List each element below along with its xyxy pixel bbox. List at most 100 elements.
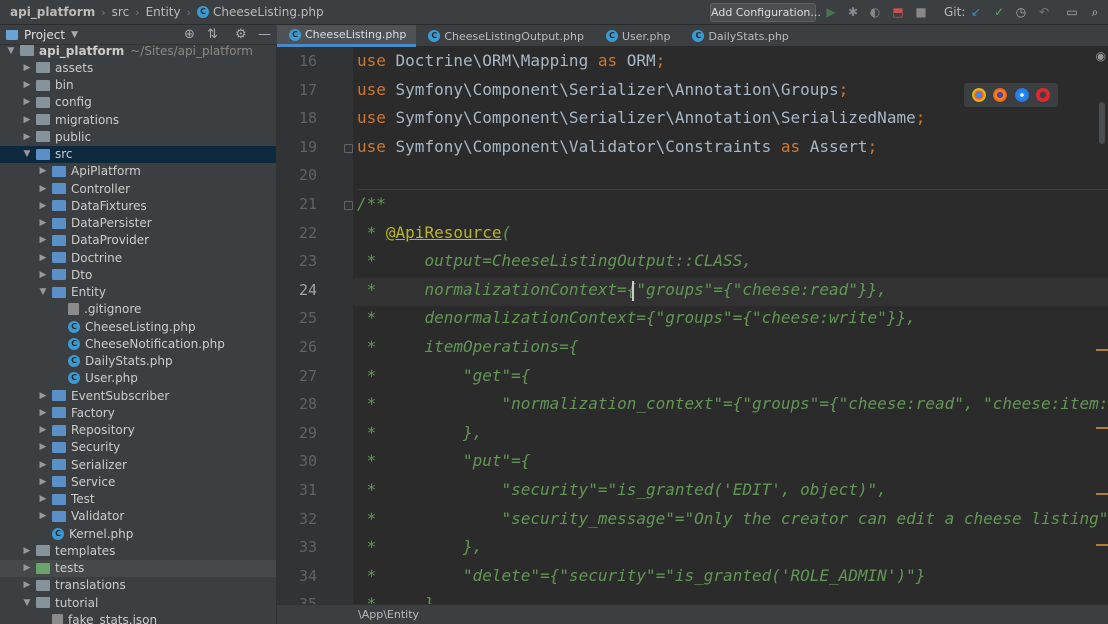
code-line[interactable]: use Symfony\Component\Serializer\Annotat… (357, 108, 925, 127)
tab-cheeselistingoutput[interactable]: C CheeseListingOutput.php (416, 25, 594, 47)
tab-cheeselisting[interactable]: C CheeseListing.php (277, 25, 417, 47)
minimize-icon[interactable]: — (258, 28, 271, 42)
tree-item[interactable]: ▶ assets (0, 59, 276, 76)
chevron-right-icon[interactable]: ▶ (38, 166, 48, 176)
chevron-right-icon[interactable]: ▶ (38, 494, 48, 504)
chevron-right-icon[interactable]: ▶ (38, 201, 48, 211)
chevron-right-icon[interactable]: ▶ (22, 580, 32, 590)
code-line[interactable]: use Symfony\Component\Serializer\Annotat… (357, 80, 848, 99)
code-line[interactable]: * "delete"={"security"="is_granted('ROLE… (357, 566, 926, 585)
editor-breadcrumb[interactable]: \App\Entity (277, 604, 1108, 624)
fold-toggle-icon[interactable] (344, 143, 353, 153)
tree-item[interactable]: ▶ Test (0, 491, 276, 508)
eye-icon[interactable]: ◉ (1096, 49, 1106, 63)
tree-item[interactable]: ▶ Controller (0, 180, 276, 197)
chevron-right-icon[interactable]: ▶ (38, 511, 48, 521)
chrome-icon[interactable] (971, 88, 986, 102)
breadcrumb-entity[interactable]: Entity (142, 5, 185, 19)
tree-item[interactable]: ▶ templates (0, 542, 276, 559)
tree-item[interactable]: ▶ config (0, 94, 276, 111)
code-line[interactable]: * "security_message"="Only the creator c… (357, 509, 1108, 528)
tree-item[interactable]: ▶ DataFixtures (0, 197, 276, 214)
chevron-right-icon[interactable]: ▶ (22, 563, 32, 573)
tree-item[interactable]: ▶ DataProvider (0, 232, 276, 249)
tree-item[interactable]: ▶ tests (0, 559, 276, 577)
chevron-right-icon[interactable]: ▶ (38, 460, 48, 470)
chevron-right-icon[interactable]: ▶ (38, 425, 48, 435)
warning-marker[interactable] (1096, 427, 1108, 429)
warning-marker[interactable] (1096, 349, 1108, 351)
safari-icon[interactable] (1014, 88, 1029, 102)
tree-item[interactable]: ▶ public (0, 128, 276, 145)
tree-item[interactable]: ▶ Dto (0, 266, 276, 283)
git-update-icon[interactable]: ↙ (969, 5, 983, 19)
chevron-right-icon[interactable]: ▶ (22, 132, 32, 142)
opera-icon[interactable] (1036, 88, 1051, 102)
code-line[interactable]: * "put"={ (357, 451, 531, 470)
tree-item[interactable]: ▶ translations (0, 577, 276, 594)
chevron-right-icon[interactable]: ▶ (22, 97, 32, 107)
code-line[interactable]: * @ApiResource( (357, 223, 512, 242)
tree-item[interactable]: C CheeseListing.php (0, 318, 276, 335)
code-line[interactable]: * }, (357, 537, 483, 556)
chevron-down-icon[interactable]: ▼ (38, 287, 48, 297)
search-icon[interactable]: ⌕ (1088, 5, 1102, 19)
chevron-right-icon[interactable]: ▶ (38, 477, 48, 487)
profiler-icon[interactable]: ⬒ (891, 5, 905, 19)
gear-icon[interactable]: ⚙ (235, 28, 247, 42)
window-icon[interactable]: ▭ (1065, 5, 1079, 19)
tree-item[interactable]: C Kernel.php (0, 525, 276, 542)
coverage-icon[interactable]: ◐ (868, 5, 882, 19)
chevron-down-icon[interactable]: ▼ (6, 46, 16, 56)
tree-item[interactable]: ▶ migrations (0, 111, 276, 128)
scrollbar-thumb[interactable] (1099, 102, 1105, 144)
tree-item[interactable]: ▼ Entity (0, 284, 276, 301)
tree-item[interactable]: ▶ Service (0, 473, 276, 490)
locate-icon[interactable]: ⊕ (184, 28, 195, 42)
code-line[interactable]: * "security"="is_granted('EDIT', object)… (357, 480, 887, 499)
code-editor[interactable]: 16 17 18 19 20 21 22 23 24 25 26 27 28 29 30 31 32 33 34 35… (277, 47, 1108, 604)
tree-item[interactable]: ▶ Validator (0, 508, 276, 525)
chevron-down-icon[interactable]: ▼ (71, 30, 78, 40)
code-line[interactable]: * "normalization_context"={"groups"={"ch… (357, 394, 1108, 413)
code-line[interactable]: * "get"={ (357, 366, 531, 385)
stop-icon[interactable]: ■ (914, 5, 928, 19)
code-line[interactable]: * output=CheeseListingOutput::CLASS, (357, 251, 752, 270)
warning-marker[interactable] (1096, 493, 1108, 495)
breadcrumb-project[interactable]: api_platform (10, 5, 99, 19)
warning-marker[interactable] (1096, 544, 1108, 546)
chevron-down-icon[interactable]: ▼ (22, 598, 32, 608)
chevron-right-icon[interactable]: ▶ (38, 253, 48, 263)
tree-item[interactable]: ▶ Security (0, 439, 276, 456)
tree-item[interactable]: ▼ tutorial (0, 594, 276, 611)
code-line[interactable]: * normalizationContext={"groups"={"chees… (357, 280, 887, 299)
git-commit-icon[interactable]: ✓ (992, 5, 1006, 19)
code-line[interactable]: use Doctrine\ORM\Mapping as ORM; (357, 51, 665, 70)
chevron-right-icon[interactable]: ▶ (38, 235, 48, 245)
tree-item[interactable]: C User.php (0, 370, 276, 387)
tree-item[interactable]: ▶ Factory (0, 404, 276, 421)
tree-item[interactable]: ▶ EventSubscriber (0, 387, 276, 404)
firefox-icon[interactable] (993, 88, 1008, 102)
code-line[interactable]: /** (357, 194, 386, 213)
tree-item[interactable]: ▶ bin (0, 77, 276, 94)
collapse-all-icon[interactable]: ⇅ (207, 28, 218, 42)
breadcrumb-src[interactable]: src (108, 5, 134, 19)
chevron-right-icon[interactable]: ▶ (38, 391, 48, 401)
tab-dailystats[interactable]: C DailyStats.php (680, 25, 798, 47)
chevron-right-icon[interactable]: ▶ (38, 442, 48, 452)
tree-item[interactable]: C DailyStats.php (0, 353, 276, 370)
chevron-right-icon[interactable]: ▶ (38, 270, 48, 280)
tree-item[interactable]: ▶ Doctrine (0, 249, 276, 266)
add-configuration-button[interactable]: Add Configuration... (710, 3, 821, 22)
chevron-right-icon[interactable]: ▶ (38, 184, 48, 194)
tree-item[interactable]: fake_stats.json (0, 611, 276, 624)
tree-item[interactable]: ▶ Repository (0, 422, 276, 439)
chevron-right-icon[interactable]: ▶ (22, 63, 32, 73)
tree-item[interactable]: C CheeseNotification.php (0, 335, 276, 352)
chevron-right-icon[interactable]: ▶ (22, 546, 32, 556)
chevron-right-icon[interactable]: ▶ (38, 408, 48, 418)
project-view-title[interactable]: Project (24, 28, 65, 42)
chevron-right-icon[interactable]: ▶ (22, 80, 32, 90)
breadcrumb-file[interactable]: CheeseListing.php (213, 5, 328, 19)
